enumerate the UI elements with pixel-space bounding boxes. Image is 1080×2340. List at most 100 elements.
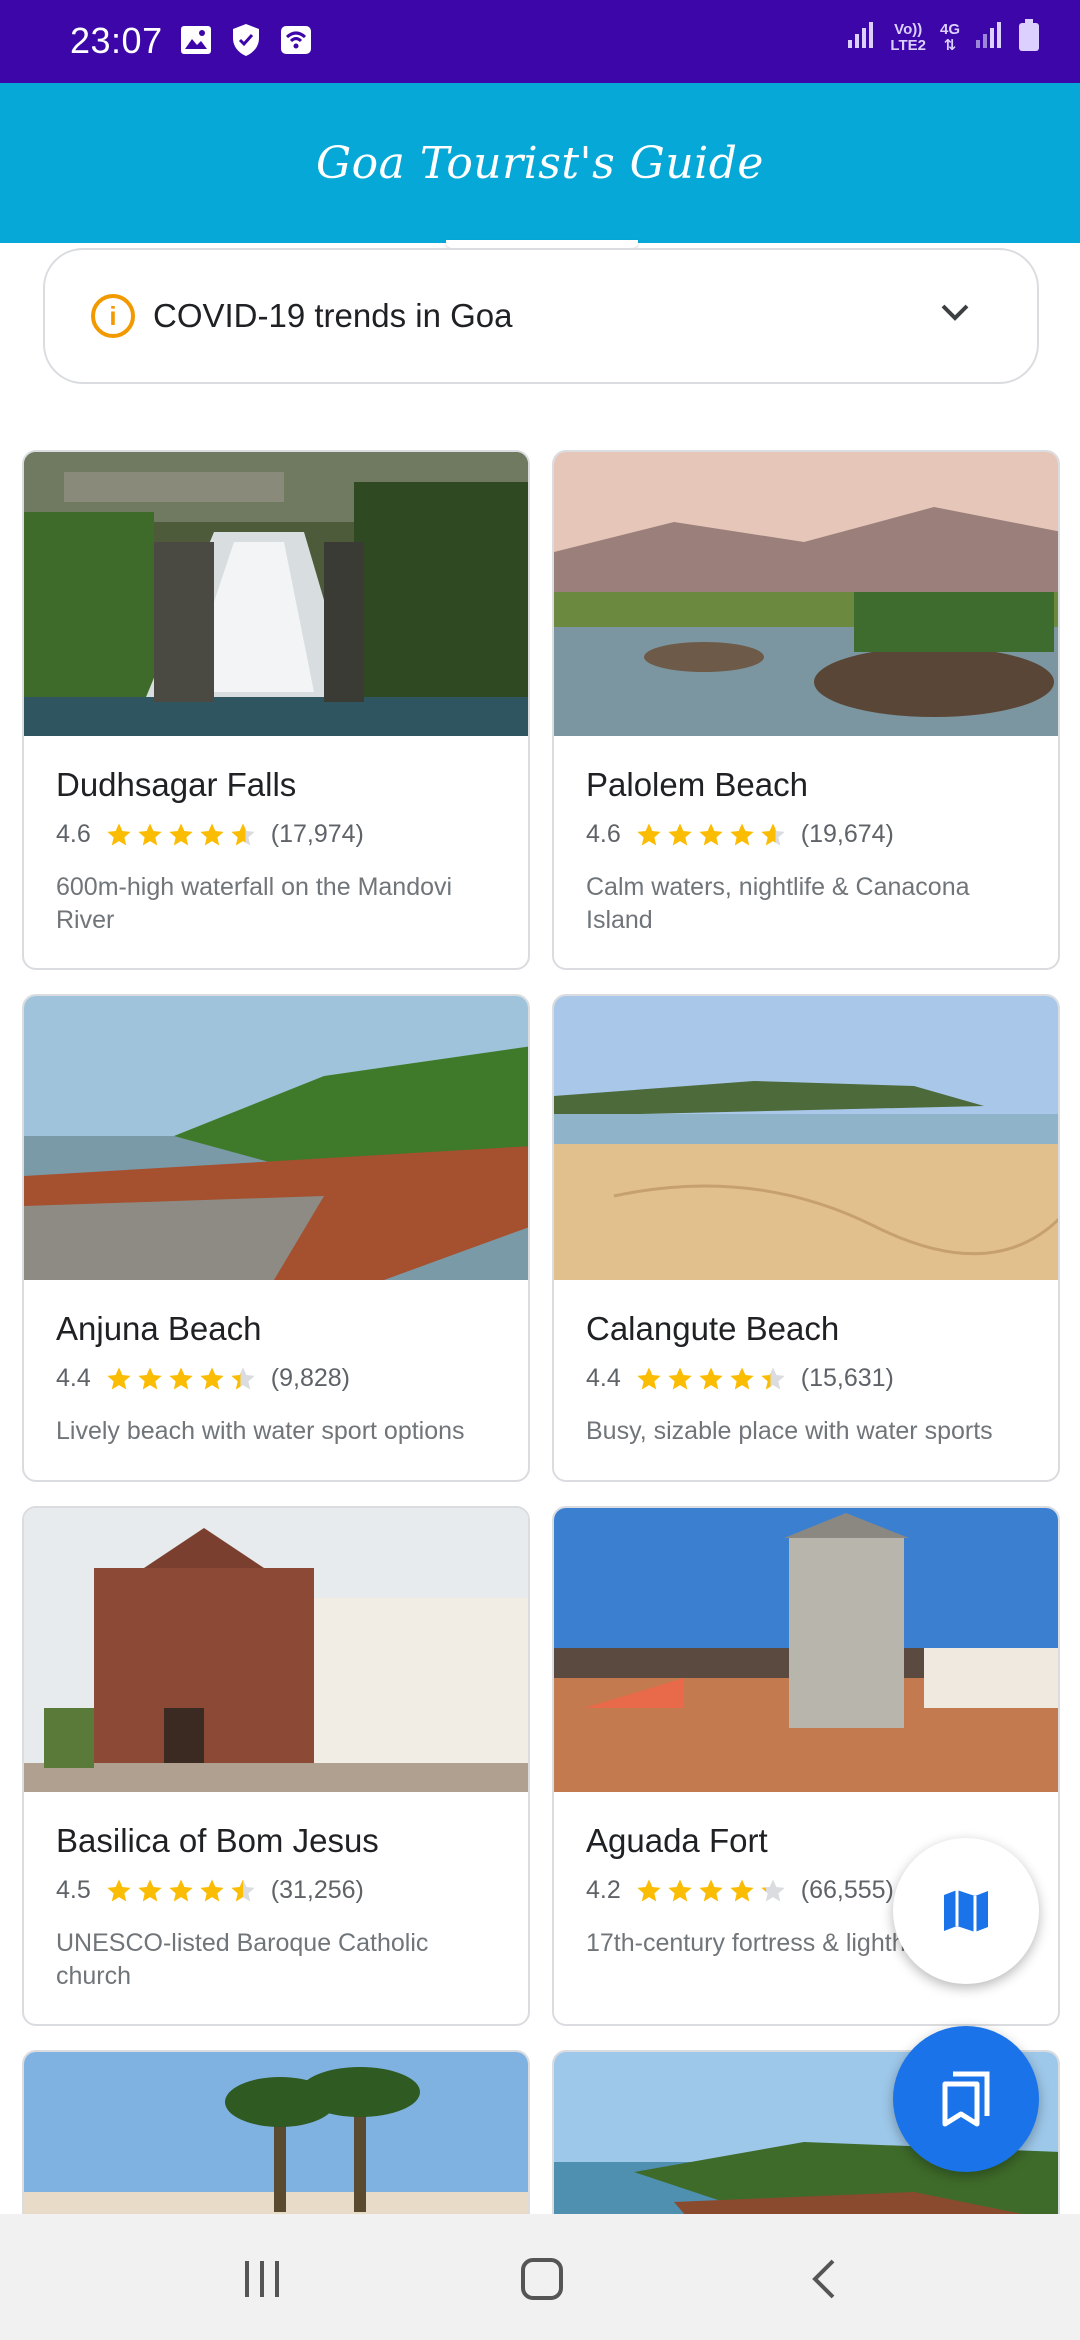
status-time: 23:07 [70,20,163,61]
place-name: Dudhsagar Falls [56,766,297,803]
star-icon [107,1366,131,1389]
place-name: Basilica of Bom Jesus [56,1822,379,1859]
volte-label: Vo)) LTE2 [890,20,926,54]
lte-text: LTE2 [890,36,926,54]
place-rating: 4.6 (17,974) [56,820,498,849]
star-icon [699,1878,723,1901]
star-icon [730,822,754,845]
status-icons-left [178,22,314,58]
info-icon: i [91,294,135,338]
place-description: UNESCO-listed Baroque Catholic church [56,1929,429,1990]
place-name: Palolem Beach [586,766,808,803]
back-icon[interactable] [794,2254,854,2304]
star-icon [138,1366,162,1389]
place-description: 600m-high waterfall on the Mandovi River [56,873,453,934]
star-icon [200,822,224,845]
place-card[interactable]: Palolem Beach 4.6 (19,674) Calm waters, … [552,450,1060,970]
star-icon [138,822,162,845]
place-photo [24,452,528,736]
place-photo [24,996,528,1280]
network-type-label: 4G ⇅ [939,20,960,54]
signal-icon [974,20,1004,55]
app-bar: Goa Tourist's Guide [0,83,1080,243]
star-rating [635,821,787,849]
star-icon [761,1878,785,1901]
star-icon [231,822,255,845]
star-rating [105,821,257,849]
rating-value: 4.2 [586,1876,621,1904]
sheet-handle[interactable] [446,240,638,248]
star-rating [105,1365,257,1393]
star-icon [699,822,723,845]
star-rating [105,1877,257,1905]
star-icon [668,1878,692,1901]
star-icon [699,1366,723,1389]
star-icon [107,822,131,845]
rating-value: 4.4 [586,1364,621,1392]
rating-value: 4.4 [56,1364,91,1392]
star-icon [637,822,661,845]
star-icon [200,1878,224,1901]
star-icon [637,1878,661,1901]
shield-check-icon [228,22,264,58]
system-nav-bar [0,2214,1080,2340]
place-card[interactable]: Anjuna Beach 4.4 (9,828) Lively beach wi… [22,994,530,1482]
place-card[interactable]: Dudhsagar Falls 4.6 (17,974) 600m-high w… [22,450,530,970]
star-icon [107,1878,131,1901]
star-icon [169,822,193,845]
data-arrows-icon: ⇅ [943,36,957,54]
place-description: Calm waters, nightlife & Canacona Island [586,873,970,934]
battery-icon [1018,18,1040,57]
network-type-text: 4G [939,20,960,38]
rating-value: 4.6 [56,820,91,848]
home-icon[interactable] [512,2254,572,2304]
star-icon [138,1878,162,1901]
map-button[interactable] [893,1838,1039,1984]
place-photo [554,452,1058,736]
signal-icon [846,20,876,55]
covid-banner[interactable]: i COVID-19 trends in Goa [43,248,1039,384]
chevron-down-icon[interactable] [939,302,971,327]
review-count: (31,256) [270,1876,364,1904]
place-rating: 4.6 (19,674) [586,820,1028,849]
place-rating: 4.4 (15,631) [586,1364,1028,1393]
place-card[interactable]: Basilica of Bom Jesus 4.5 (31,256) UNESC… [22,1506,530,2026]
star-icon [637,1366,661,1389]
review-count: (17,974) [270,820,364,848]
place-name: Anjuna Beach [56,1310,262,1347]
covid-banner-label: COVID-19 trends in Goa [153,297,513,334]
wifi-calling-icon [278,22,314,58]
review-count: (9,828) [270,1364,350,1392]
map-icon [944,1890,988,1932]
rating-value: 4.5 [56,1876,91,1904]
place-photo [24,1508,528,1792]
place-description: Lively beach with water sport options [56,1417,465,1445]
place-name: Calangute Beach [586,1310,840,1347]
place-rating: 4.5 (31,256) [56,1876,498,1905]
place-description: Busy, sizable place with water sports [586,1417,993,1445]
bookmarks-icon [942,2071,990,2127]
star-icon [668,822,692,845]
saved-lists-button[interactable] [893,2026,1039,2172]
rating-value: 4.6 [586,820,621,848]
recents-icon[interactable] [232,2254,292,2304]
review-count: (66,555) [800,1876,894,1904]
star-rating [635,1877,787,1905]
status-icons-right: Vo)) LTE2 4G ⇅ [846,18,1040,57]
review-count: (15,631) [800,1364,894,1392]
star-rating [635,1365,787,1393]
star-icon [668,1366,692,1389]
star-icon [231,1878,255,1901]
volte-text: Vo)) [894,20,923,38]
star-icon [730,1366,754,1389]
place-photo [554,996,1058,1280]
star-icon [761,822,785,845]
place-photo [554,1508,1058,1792]
place-card[interactable]: Calangute Beach 4.4 (15,631) Busy, sizab… [552,994,1060,1482]
image-icon [178,22,214,58]
app-title: Goa Tourist's Guide [316,137,764,189]
star-icon [169,1878,193,1901]
star-icon [730,1878,754,1901]
star-icon [169,1366,193,1389]
review-count: (19,674) [800,820,894,848]
